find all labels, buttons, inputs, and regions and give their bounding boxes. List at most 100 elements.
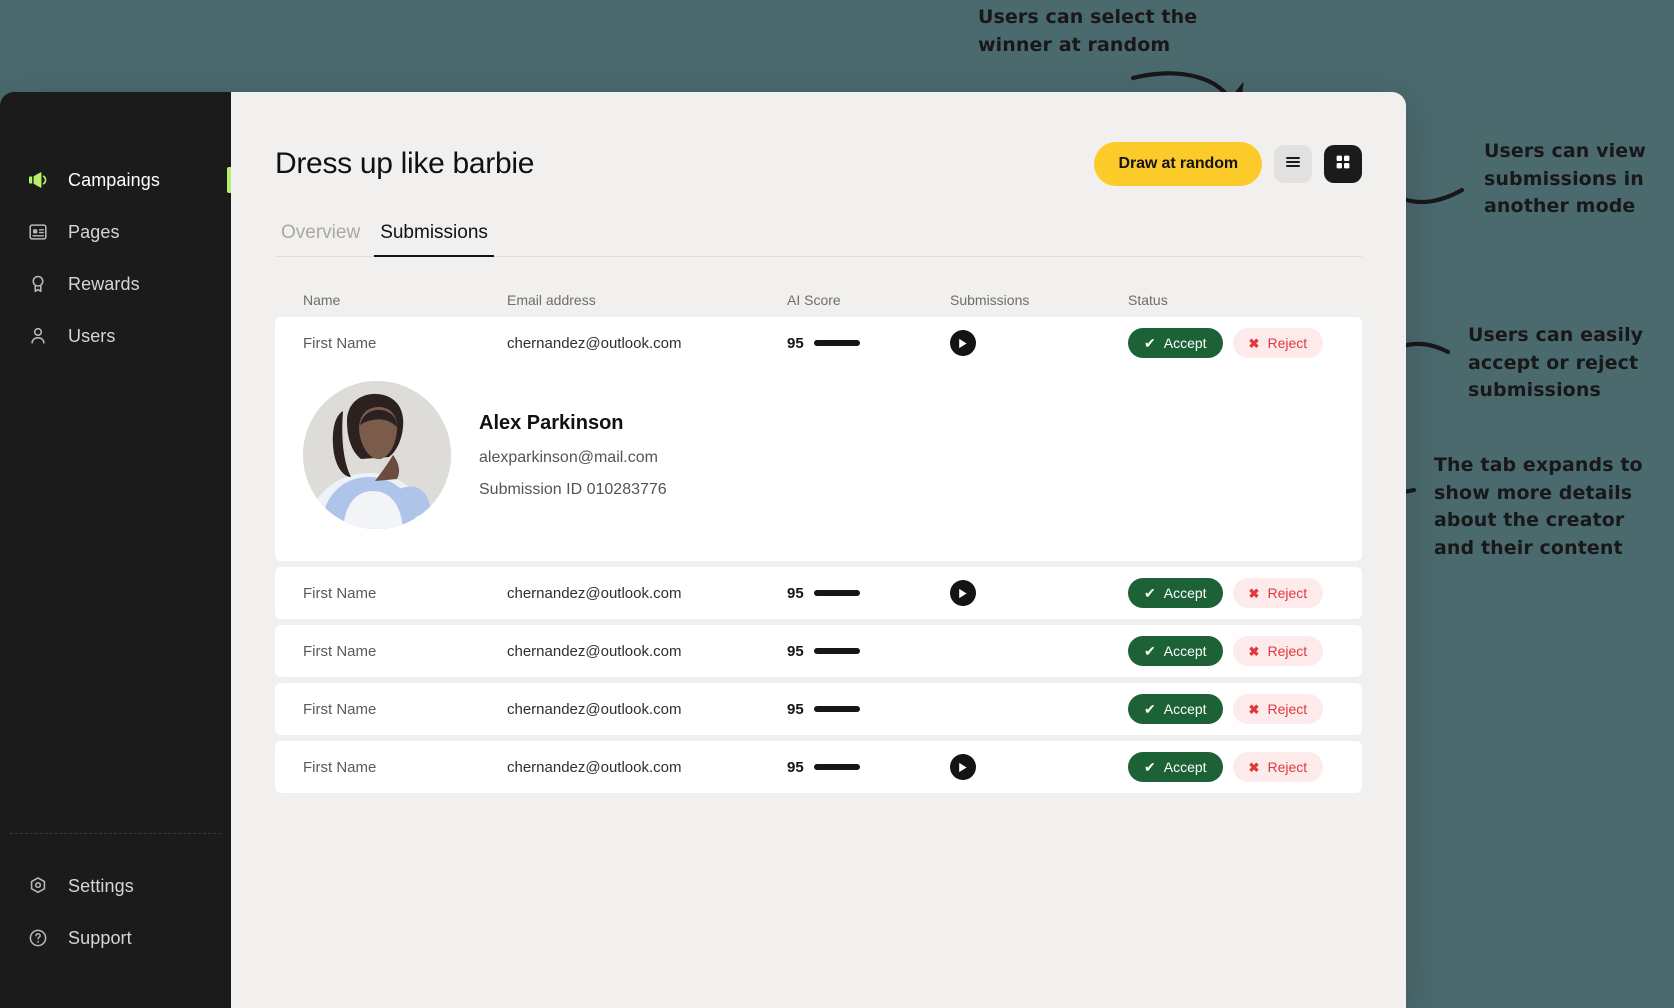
- score-bar: [813, 648, 860, 654]
- cell-email: chernandez@outlook.com: [507, 758, 682, 776]
- reject-label: Reject: [1267, 335, 1308, 351]
- accept-button[interactable]: ✔ Accept: [1128, 752, 1223, 782]
- x-icon: ✖: [1248, 643, 1260, 659]
- cell-name: First Name: [303, 700, 377, 718]
- sidebar-divider: [10, 833, 221, 834]
- x-icon: ✖: [1248, 701, 1260, 717]
- reject-button[interactable]: ✖ Reject: [1232, 694, 1324, 724]
- accept-button[interactable]: ✔ Accept: [1128, 636, 1223, 666]
- x-icon: ✖: [1248, 585, 1260, 601]
- score-value: 95: [787, 584, 804, 602]
- play-icon[interactable]: [950, 580, 976, 606]
- table-row[interactable]: First Name chernandez@outlook.com 95 ✔ A…: [275, 567, 1362, 619]
- cell-status: ✔ Accept ✖ Reject: [1128, 328, 1334, 358]
- sidebar-item-label: Rewards: [68, 274, 140, 294]
- accept-button[interactable]: ✔ Accept: [1128, 328, 1223, 358]
- app-window: Campaings Pages Rewards Users Settings S…: [0, 92, 1406, 1008]
- x-icon: ✖: [1248, 759, 1260, 775]
- header-actions: Draw at random: [1094, 142, 1362, 186]
- creator-name: Alex Parkinson: [479, 411, 624, 434]
- reject-label: Reject: [1267, 701, 1308, 717]
- reject-label: Reject: [1267, 643, 1308, 659]
- cell-submissions: [950, 330, 1128, 356]
- accept-button[interactable]: ✔ Accept: [1128, 578, 1223, 608]
- sidebar-item-users[interactable]: Users: [0, 310, 231, 362]
- detail-info: Alex Parkinson alexparkinson@mail.com Su…: [479, 412, 667, 499]
- submission-detail-panel: Alex Parkinson alexparkinson@mail.com Su…: [275, 369, 1362, 561]
- accept-label: Accept: [1163, 585, 1207, 601]
- table-row[interactable]: First Name chernandez@outlook.com 95 ✔ A…: [275, 741, 1362, 793]
- sidebar-item-label: Users: [68, 326, 116, 346]
- cell-name: First Name: [303, 758, 377, 776]
- score-value: 95: [787, 700, 804, 718]
- check-icon: ✔: [1144, 701, 1156, 717]
- score-bar: [813, 764, 860, 770]
- column-header-email: Email address: [507, 292, 596, 308]
- accept-label: Accept: [1163, 759, 1207, 775]
- sidebar-item-rewards[interactable]: Rewards: [0, 258, 231, 310]
- reject-label: Reject: [1267, 759, 1308, 775]
- cell-status: ✔ Accept ✖ Reject: [1128, 752, 1334, 782]
- sidebar-item-label: Pages: [68, 222, 120, 242]
- annotation-view-mode: Users can view submissions in another mo…: [1484, 140, 1646, 218]
- help-circle-icon: [26, 926, 50, 950]
- reject-button[interactable]: ✖ Reject: [1232, 752, 1324, 782]
- sidebar-item-pages[interactable]: Pages: [0, 206, 231, 258]
- reject-button[interactable]: ✖ Reject: [1232, 328, 1324, 358]
- annotation-draw-random: Users can select the winner at random: [978, 6, 1198, 56]
- column-header-submissions: Submissions: [950, 292, 1030, 308]
- score-value: 95: [787, 642, 804, 660]
- gear-icon: [26, 874, 50, 898]
- cell-score: 95: [787, 759, 950, 776]
- x-icon: ✖: [1248, 335, 1260, 351]
- accept-label: Accept: [1163, 701, 1207, 717]
- sidebar-primary-nav: Campaings Pages Rewards Users: [0, 154, 231, 362]
- cell-status: ✔ Accept ✖ Reject: [1128, 694, 1334, 724]
- submission-id: Submission ID 010283776: [479, 480, 667, 498]
- cell-email: chernandez@outlook.com: [507, 584, 682, 602]
- table-header-row: Name Email address AI Score Submissions …: [275, 283, 1362, 317]
- cell-submissions: [950, 754, 1128, 780]
- check-icon: ✔: [1144, 335, 1156, 351]
- cell-email: chernandez@outlook.com: [507, 334, 682, 352]
- reject-button[interactable]: ✖ Reject: [1232, 636, 1324, 666]
- column-header-score: AI Score: [787, 292, 841, 308]
- table-row[interactable]: First Name chernandez@outlook.com 95 ✔ A…: [275, 683, 1362, 735]
- cell-status: ✔ Accept ✖ Reject: [1128, 578, 1334, 608]
- sidebar-item-settings[interactable]: Settings: [0, 860, 231, 912]
- column-header-name: Name: [303, 292, 341, 308]
- sidebar-secondary-nav: Settings Support: [0, 860, 231, 1008]
- annotation-accept-reject: Users can easily accept or reject submis…: [1468, 324, 1644, 402]
- grid-view-icon: [1334, 153, 1352, 176]
- creator-email: alexparkinson@mail.com: [479, 448, 658, 466]
- list-view-toggle[interactable]: [1274, 145, 1312, 183]
- sidebar-item-campaigns[interactable]: Campaings: [0, 154, 231, 206]
- table-row[interactable]: First Name chernandez@outlook.com 95 ✔ A…: [275, 317, 1362, 369]
- accept-button[interactable]: ✔ Accept: [1128, 694, 1223, 724]
- sidebar-item-label: Campaings: [68, 170, 160, 190]
- play-icon[interactable]: [950, 330, 976, 356]
- draw-at-random-button[interactable]: Draw at random: [1094, 142, 1262, 186]
- table-row-expanded-block: First Name chernandez@outlook.com 95 ✔ A…: [275, 317, 1362, 561]
- table-row[interactable]: First Name chernandez@outlook.com 95 ✔ A…: [275, 625, 1362, 677]
- check-icon: ✔: [1144, 643, 1156, 659]
- tab-submissions[interactable]: Submissions: [374, 222, 494, 257]
- sidebar: Campaings Pages Rewards Users Settings S…: [0, 92, 231, 1008]
- cell-status: ✔ Accept ✖ Reject: [1128, 636, 1334, 666]
- accept-label: Accept: [1163, 335, 1207, 351]
- submissions-table: Name Email address AI Score Submissions …: [275, 283, 1362, 793]
- tab-bar: Overview Submissions: [275, 222, 1362, 257]
- sidebar-item-support[interactable]: Support: [0, 912, 231, 964]
- cell-email: chernandez@outlook.com: [507, 700, 682, 718]
- sidebar-item-label: Support: [68, 928, 132, 948]
- cell-email: chernandez@outlook.com: [507, 642, 682, 660]
- grid-view-toggle[interactable]: [1324, 145, 1362, 183]
- play-icon[interactable]: [950, 754, 976, 780]
- page-title: Dress up like barbie: [275, 147, 535, 180]
- cell-score: 95: [787, 335, 950, 352]
- tab-overview[interactable]: Overview: [275, 222, 366, 256]
- accept-label: Accept: [1163, 643, 1207, 659]
- main-content: Dress up like barbie Draw at random Over…: [231, 92, 1406, 1008]
- reject-button[interactable]: ✖ Reject: [1232, 578, 1324, 608]
